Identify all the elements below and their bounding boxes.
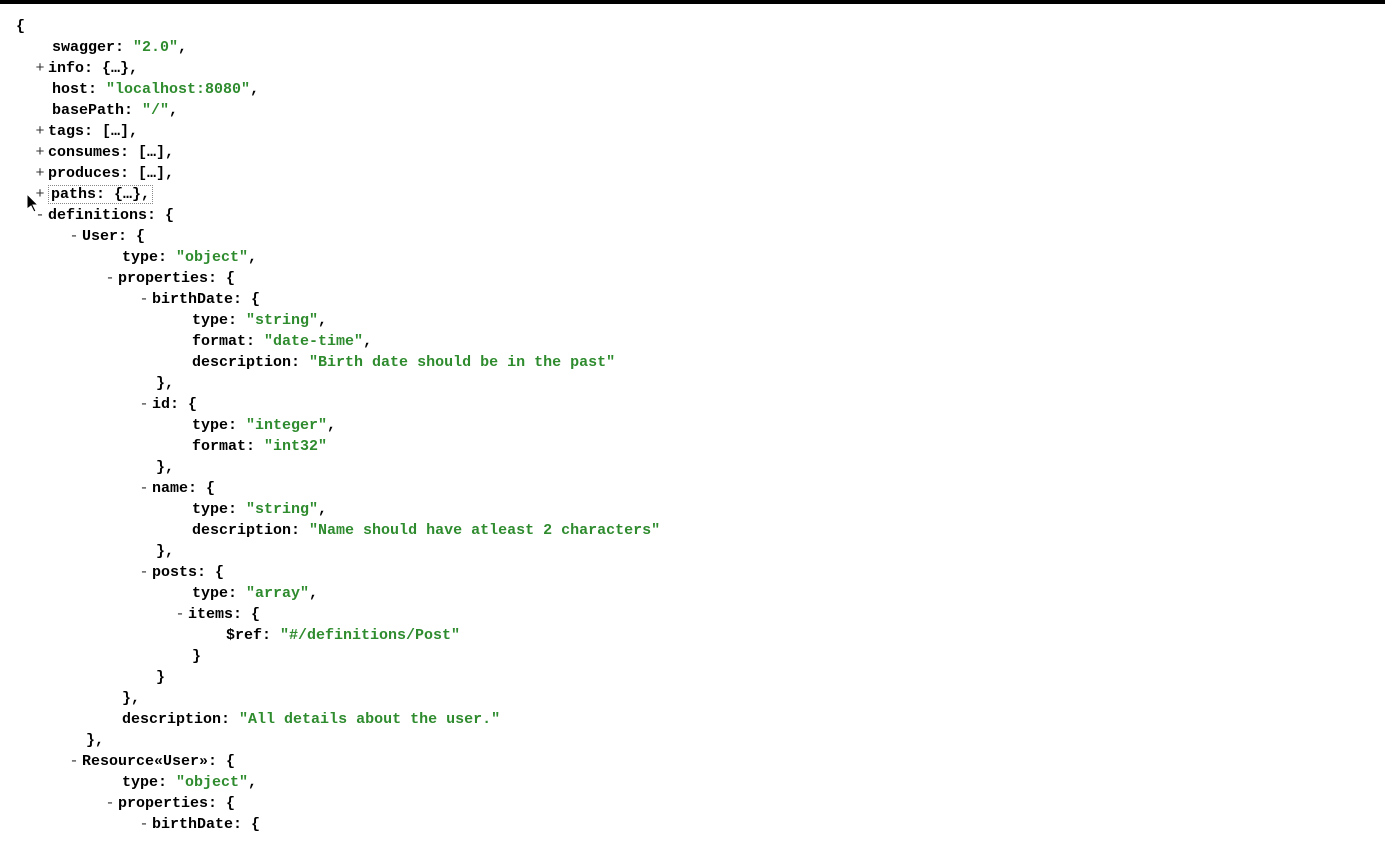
expand-icon[interactable]: + xyxy=(32,121,48,142)
prop-birthdate[interactable]: -birthDate: { xyxy=(8,289,1377,310)
collapse-icon[interactable]: - xyxy=(136,814,152,835)
collapse-icon[interactable]: - xyxy=(136,394,152,415)
expand-icon[interactable]: + xyxy=(32,163,48,184)
prop-paths[interactable]: +paths: {…}, xyxy=(8,184,1377,205)
collapse-icon[interactable]: - xyxy=(66,751,82,772)
collapse-icon[interactable]: - xyxy=(32,205,48,226)
prop-user-properties[interactable]: -properties: { xyxy=(8,268,1377,289)
prop-posts-items[interactable]: -items: { xyxy=(8,604,1377,625)
prop-posts-items-ref: $ref: "#/definitions/Post" xyxy=(8,625,1377,646)
close-name: }, xyxy=(8,541,1377,562)
prop-posts-type: type: "array", xyxy=(8,583,1377,604)
prop-user[interactable]: -User: { xyxy=(8,226,1377,247)
collapse-icon[interactable]: - xyxy=(102,793,118,814)
prop-birthdate-description: description: "Birth date should be in th… xyxy=(8,352,1377,373)
close-user: }, xyxy=(8,730,1377,751)
prop-resource-birthdate[interactable]: -birthDate: { xyxy=(8,814,1377,835)
prop-resource-user-type: type: "object", xyxy=(8,772,1377,793)
close-posts: } xyxy=(8,667,1377,688)
prop-posts[interactable]: -posts: { xyxy=(8,562,1377,583)
prop-name-type: type: "string", xyxy=(8,499,1377,520)
json-tree-viewer: { swagger: "2.0", +info: {…}, host: "loc… xyxy=(8,16,1377,835)
prop-tags[interactable]: +tags: […], xyxy=(8,121,1377,142)
collapse-icon[interactable]: - xyxy=(136,478,152,499)
prop-user-description: description: "All details about the user… xyxy=(8,709,1377,730)
prop-id-type: type: "integer", xyxy=(8,415,1377,436)
prop-birthdate-format: format: "date-time", xyxy=(8,331,1377,352)
prop-name-description: description: "Name should have atleast 2… xyxy=(8,520,1377,541)
close-properties: }, xyxy=(8,688,1377,709)
collapse-icon[interactable]: - xyxy=(102,268,118,289)
expand-icon[interactable]: + xyxy=(32,142,48,163)
window-top-bar xyxy=(0,0,1385,4)
close-items: } xyxy=(8,646,1377,667)
prop-produces[interactable]: +produces: […], xyxy=(8,163,1377,184)
collapse-icon[interactable]: - xyxy=(136,289,152,310)
prop-user-type: type: "object", xyxy=(8,247,1377,268)
prop-resource-user[interactable]: -Resource«User»: { xyxy=(8,751,1377,772)
expand-icon[interactable]: + xyxy=(32,184,48,205)
open-brace-root: { xyxy=(8,16,1377,37)
prop-consumes[interactable]: +consumes: […], xyxy=(8,142,1377,163)
prop-resource-user-properties[interactable]: -properties: { xyxy=(8,793,1377,814)
prop-info[interactable]: +info: {…}, xyxy=(8,58,1377,79)
prop-definitions[interactable]: -definitions: { xyxy=(8,205,1377,226)
prop-swagger: swagger: "2.0", xyxy=(8,37,1377,58)
prop-name[interactable]: -name: { xyxy=(8,478,1377,499)
prop-id-format: format: "int32" xyxy=(8,436,1377,457)
expand-icon[interactable]: + xyxy=(32,58,48,79)
collapse-icon[interactable]: - xyxy=(172,604,188,625)
close-birthdate: }, xyxy=(8,373,1377,394)
collapse-icon[interactable]: - xyxy=(66,226,82,247)
prop-host: host: "localhost:8080", xyxy=(8,79,1377,100)
prop-birthdate-type: type: "string", xyxy=(8,310,1377,331)
collapse-icon[interactable]: - xyxy=(136,562,152,583)
prop-basepath: basePath: "/", xyxy=(8,100,1377,121)
prop-id[interactable]: -id: { xyxy=(8,394,1377,415)
close-id: }, xyxy=(8,457,1377,478)
